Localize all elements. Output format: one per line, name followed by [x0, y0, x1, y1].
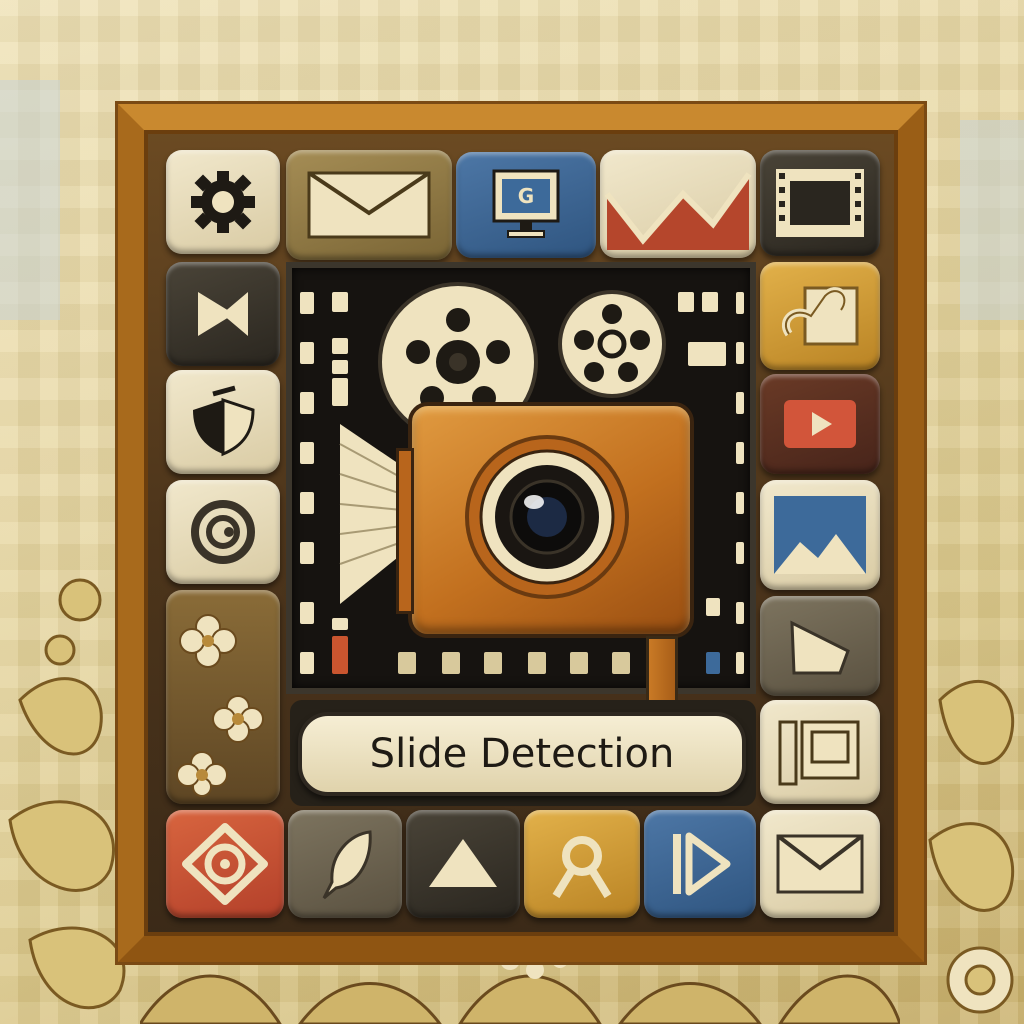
- quill-icon: [322, 830, 372, 900]
- flower-icon: [176, 614, 264, 797]
- triangle-play-icon: [429, 839, 497, 887]
- mail-icon: [776, 834, 864, 894]
- triangle-tile[interactable]: [760, 596, 880, 696]
- monitor-tile[interactable]: G: [456, 152, 596, 258]
- play-button-tile[interactable]: [760, 374, 880, 474]
- landscape-image-icon: [774, 496, 866, 574]
- film-strip-panel: [286, 262, 756, 694]
- film-frame-icon: [776, 169, 864, 237]
- film-doc-icon: [778, 720, 860, 786]
- play-skip-tile[interactable]: [166, 262, 280, 366]
- mail-tile[interactable]: [760, 810, 880, 918]
- flower-panel: [166, 590, 280, 804]
- monitor-g-icon: G: [492, 169, 560, 238]
- play-outline-tile[interactable]: [644, 810, 756, 918]
- camera-lens-icon: [465, 435, 629, 599]
- quill-tile[interactable]: [288, 810, 402, 918]
- circle-g-tile[interactable]: [166, 480, 280, 584]
- film-frame-tile[interactable]: [760, 150, 880, 256]
- circle-g-icon: [191, 500, 255, 564]
- camera-icon: [408, 402, 694, 638]
- triangle-play-tile[interactable]: [406, 810, 520, 918]
- shield-tile[interactable]: [166, 370, 280, 474]
- link-tile[interactable]: [760, 262, 880, 370]
- mountain-chart-icon: [604, 172, 752, 250]
- envelope-icon: [307, 171, 431, 239]
- person-search-icon: [552, 836, 612, 899]
- slide-detection-label: Slide Detection: [298, 712, 746, 796]
- gear-icon: [191, 171, 255, 233]
- person-search-tile[interactable]: [524, 810, 640, 918]
- camera-grip: [396, 448, 414, 614]
- target-tile[interactable]: [166, 810, 284, 918]
- play-skip-icon: [198, 292, 248, 336]
- film-reel-small-icon: [558, 290, 666, 398]
- link-tile-icon: [781, 286, 859, 346]
- target-icon: [182, 823, 268, 905]
- gear-tile[interactable]: [166, 150, 280, 254]
- film-doc-tile[interactable]: [760, 700, 880, 804]
- background-patch: [960, 120, 1024, 320]
- envelope-tile[interactable]: [286, 150, 452, 260]
- mountain-chart-tile[interactable]: [600, 150, 756, 258]
- landscape-image-tile[interactable]: [760, 480, 880, 590]
- play-outline-icon: [673, 832, 731, 896]
- shield-half-icon: [193, 385, 255, 457]
- triangle-icon: [790, 620, 850, 675]
- background-patch: [0, 80, 60, 320]
- monitor-letter: G: [518, 184, 534, 208]
- play-button-icon: [784, 400, 856, 448]
